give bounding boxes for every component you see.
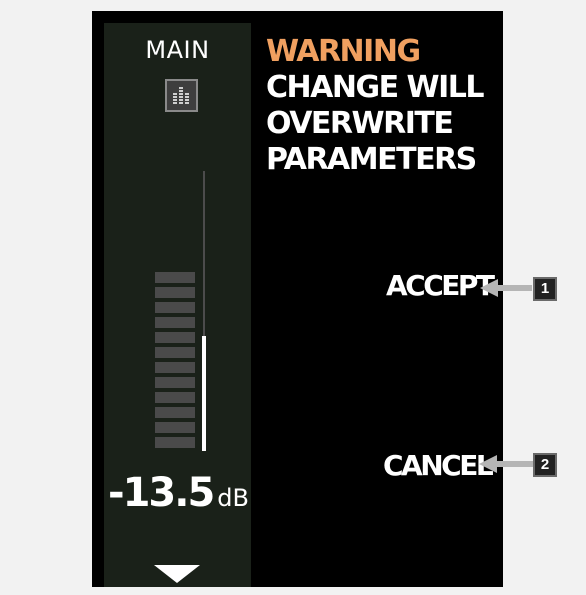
meter-segment <box>155 332 195 343</box>
fader-level[interactable] <box>202 336 206 451</box>
triangle-down-icon[interactable] <box>154 565 200 583</box>
meter-segment <box>155 302 195 313</box>
meter-segment <box>155 377 195 388</box>
meter-segment <box>155 317 195 328</box>
callout-badge-accept: 1 <box>533 277 557 301</box>
warning-message-line: OVERWRITE <box>266 106 454 141</box>
level-value: -13.5 <box>108 470 215 516</box>
channel-name: MAIN <box>145 36 210 64</box>
meter-segment <box>155 407 195 418</box>
meter-segment <box>155 272 195 283</box>
callout-arrow-left-icon <box>479 455 533 473</box>
level-readout: -13.5 dB <box>108 470 249 516</box>
warning-message-line: PARAMETERS <box>266 142 477 177</box>
meter-segment <box>155 392 195 403</box>
meter-segment <box>155 362 195 373</box>
meter-segment <box>155 347 195 358</box>
meter-segment <box>155 437 195 448</box>
callout-arrow-left-icon <box>480 279 532 297</box>
callout-badge-cancel: 2 <box>533 453 557 477</box>
meter-segment <box>155 422 195 433</box>
eq-bars-icon[interactable] <box>165 79 198 112</box>
accept-button[interactable]: ACCEPT <box>386 269 495 303</box>
warning-message-line: CHANGE WILL <box>266 70 485 105</box>
cancel-button[interactable]: CANCEL <box>383 449 494 483</box>
warning-title: WARNING <box>266 34 421 69</box>
meter-segment <box>155 287 195 298</box>
level-unit: dB <box>217 484 249 512</box>
